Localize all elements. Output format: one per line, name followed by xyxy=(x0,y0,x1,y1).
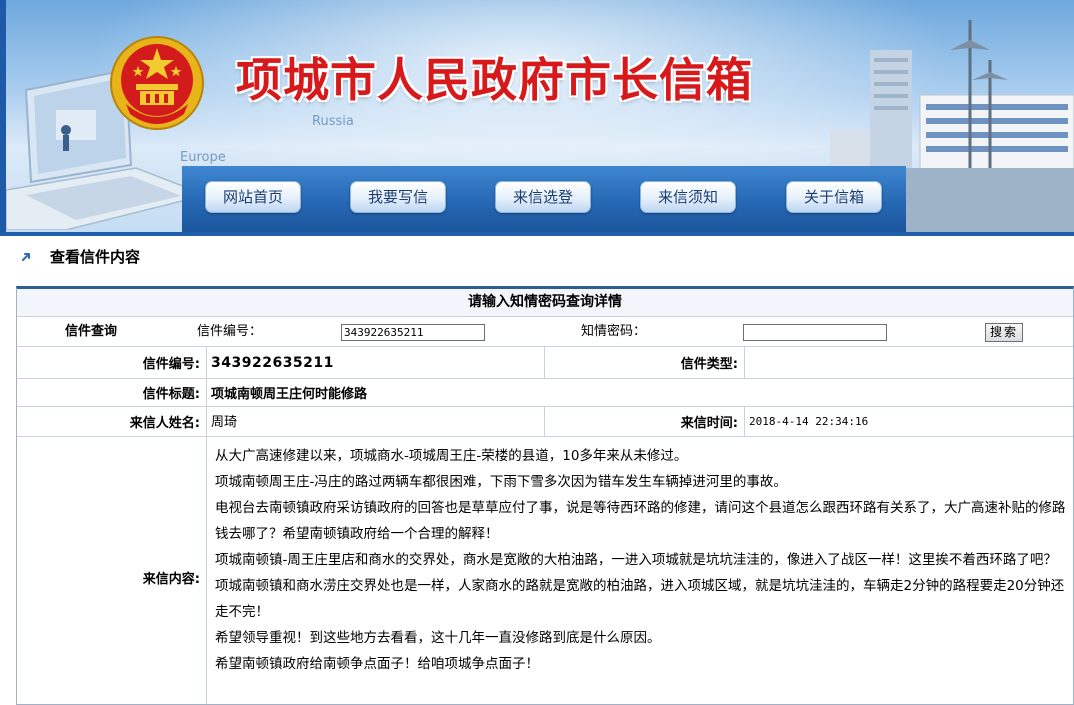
letter-no-label: 信件编号: xyxy=(17,347,207,378)
content-paragraph: 希望南顿镇政府给南顿争点面子！给咱项城争点面子！ xyxy=(215,656,539,672)
letter-type-value xyxy=(745,347,1073,378)
nav-write-letter-button[interactable]: 我要写信 xyxy=(350,181,446,213)
letter-no-input[interactable] xyxy=(341,324,485,341)
letter-no-row: 信件编号: 343922635211 信件类型: xyxy=(17,347,1073,379)
content-paragraph: 从大广高速修建以来，项城商水-项城周王庄-荣楼的县道，10多年来从未修过。 xyxy=(215,448,688,464)
sent-time-label: 来信时间: xyxy=(545,407,745,436)
section-title: 查看信件内容 xyxy=(50,247,141,266)
nav-letter-guidelines-button[interactable]: 来信须知 xyxy=(640,181,736,213)
password-label: 知情密码： xyxy=(581,324,647,339)
search-label: 信件查询 xyxy=(65,324,118,339)
national-emblem-icon xyxy=(110,36,204,130)
query-title: 请输入知情密码查询详情 xyxy=(468,294,622,310)
query-title-row: 请输入知情密码查询详情 xyxy=(17,289,1073,317)
content-paragraph: 项城南顿镇-周王庄里店和商水的交界处，商水是宽敞的大柏油路，一进入项城就是坑坑洼… xyxy=(215,552,1057,568)
subject-value: 项城南顿周王庄何时能修路 xyxy=(211,387,368,402)
nav-home-button[interactable]: 网站首页 xyxy=(205,181,301,213)
section-heading: 查看信件内容 xyxy=(20,246,140,266)
site-title: 项城市人民政府市长信箱 xyxy=(236,53,753,107)
header-banner: Russia Europe 项城市人民政府市长信箱 网站首页 我要写信 来信选登… xyxy=(0,0,1074,236)
letter-detail-panel: 请输入知情密码查询详情 信件查询 信件编号： 知情密码： 搜索 信件编号: 34… xyxy=(16,286,1074,705)
content-paragraph: 项城南顿周王庄-冯庄的路过两辆车都很困难，下雨下雪多次因为错车发生车辆掉进河里的… xyxy=(215,474,787,490)
search-row: 信件查询 信件编号： 知情密码： 搜索 xyxy=(17,317,1073,347)
letter-no-value: 343922635211 xyxy=(207,347,545,378)
content-body: 从大广高速修建以来，项城商水-项城周王庄-荣楼的县道，10多年来从未修过。 项城… xyxy=(207,437,1073,704)
letter-type-label: 信件类型: xyxy=(545,347,745,378)
sender-row: 来信人姓名: 周琦 来信时间: 2018-4-14 22:34:16 xyxy=(17,407,1073,437)
subject-row: 信件标题: 项城南顿周王庄何时能修路 xyxy=(17,379,1073,407)
subject-label: 信件标题: xyxy=(17,379,207,406)
sender-name-label: 来信人姓名: xyxy=(17,407,207,436)
search-button[interactable]: 搜索 xyxy=(985,323,1023,342)
letter-no-search-label: 信件编号： xyxy=(197,324,263,339)
arrow-bullet-icon xyxy=(22,253,30,261)
content-paragraph: 电视台去南顿镇政府采访镇政府的回答也是草草应付了事，说是等待西环路的修建，请问这… xyxy=(215,500,1066,542)
map-label-russia: Russia xyxy=(312,114,354,129)
content-row: 来信内容: 从大广高速修建以来，项城商水-项城周王庄-荣楼的县道，10多年来从未… xyxy=(17,437,1073,704)
content-label: 来信内容: xyxy=(17,437,207,704)
content-paragraph: 项城南顿镇和商水涝庄交界处也是一样，人家商水的路就是宽敞的柏油路，进入项城区域，… xyxy=(215,578,1065,620)
banner-bottom-border xyxy=(0,232,1074,236)
sender-name-value: 周琦 xyxy=(207,407,545,436)
nav-about-mailbox-button[interactable]: 关于信箱 xyxy=(786,181,882,213)
password-input[interactable] xyxy=(743,324,887,341)
nav-selected-letters-button[interactable]: 来信选登 xyxy=(495,181,591,213)
content-paragraph: 希望领导重视！到这些地方去看看，这十几年一直没修路到底是什么原因。 xyxy=(215,630,661,646)
sent-time-value: 2018-4-14 22:34:16 xyxy=(749,415,869,428)
